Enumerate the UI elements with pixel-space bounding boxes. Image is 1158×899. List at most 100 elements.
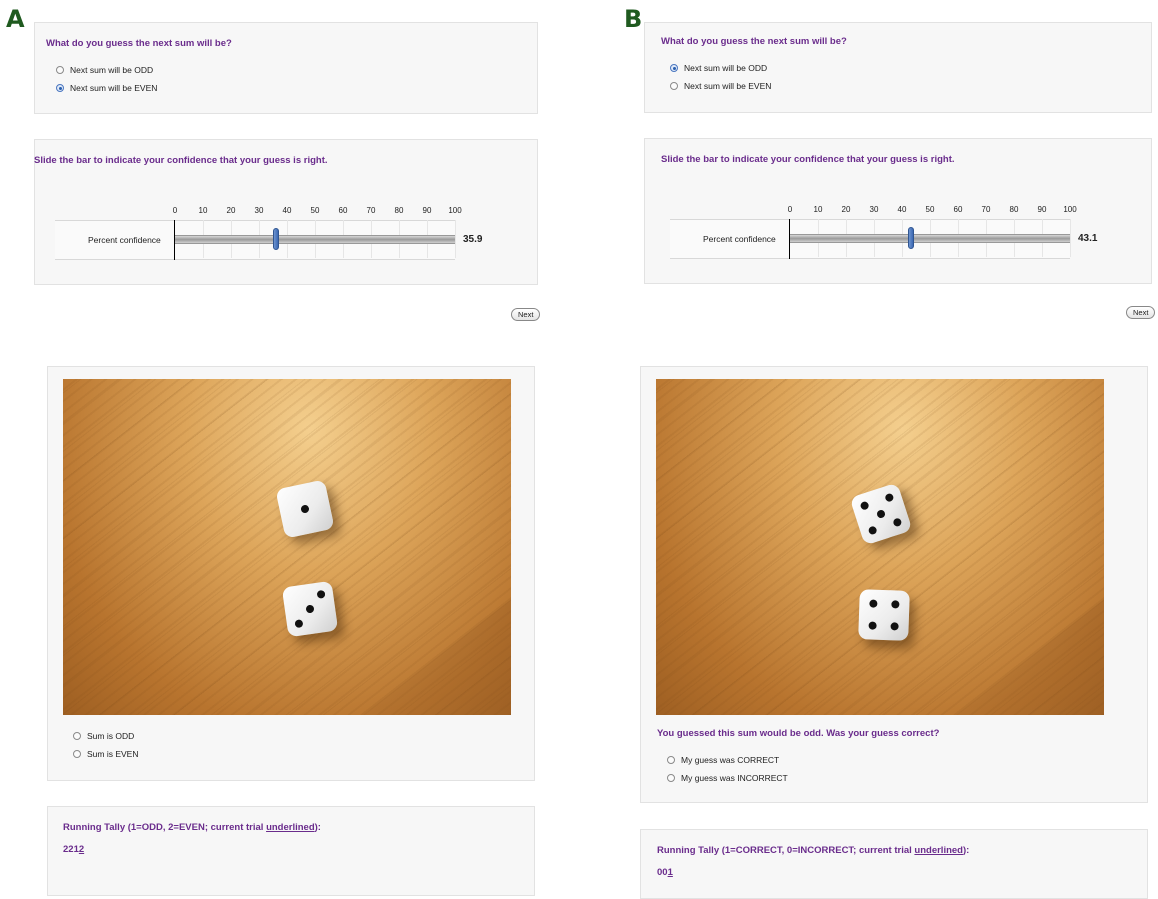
tick-label: 50 [925,205,935,214]
option-odd-b-label: Next sum will be ODD [684,63,768,73]
pip-icon [884,492,895,503]
next-button-b[interactable]: Next [1126,306,1156,319]
panel-b-label: B [624,5,643,33]
tally-title-b: Running Tally (1=CORRECT, 0=INCORRECT; c… [657,845,970,856]
tick-label: 80 [394,206,404,215]
tick-label: 10 [813,205,823,214]
guess-incorrect-label-b: My guess was INCORRECT [681,773,788,783]
guess-question-box-a: What do you guess the next sum will be? … [34,22,538,114]
pip-icon [867,525,878,536]
guess-correct-option-b[interactable]: My guess was CORRECT [667,755,779,765]
tick-labels-b: 0 10 20 30 40 50 60 70 80 90 100 [645,205,1153,215]
slider-track-a[interactable] [175,235,455,244]
slider-thumb-b[interactable] [907,227,914,249]
pip-icon [305,604,315,614]
radio-even-a[interactable] [56,84,64,92]
radio-sum-even-a[interactable] [73,750,81,758]
slider-label-a: Percent confidence [88,235,161,245]
slider-track-b[interactable] [790,234,1070,243]
next-button-a[interactable]: Next [511,308,541,321]
confidence-prompt-a: Slide the bar to indicate your confidenc… [34,155,328,166]
pip-icon [891,600,900,609]
confidence-box-b: Slide the bar to indicate your confidenc… [644,138,1152,284]
tick-label: 90 [422,206,432,215]
wood-board-edge-b [956,530,1104,715]
option-odd-b[interactable]: Next sum will be ODD [670,63,767,73]
tally-value-b: 001 [657,867,673,878]
wood-board-edge-a [363,530,511,715]
radio-incorrect-b[interactable] [667,774,675,782]
slider-gridline [455,220,456,258]
tally-value-a: 2212 [63,844,85,855]
sum-even-label-a: Sum is EVEN [87,749,139,759]
slider-label-b: Percent confidence [703,234,776,244]
tick-label: 60 [338,206,348,215]
radio-sum-odd-a[interactable] [73,732,81,740]
tick-label: 0 [787,205,793,214]
radio-odd-b[interactable] [670,64,678,72]
confidence-value-b: 43.1 [1078,233,1098,244]
pip-icon [300,504,310,514]
die-one-a [275,479,335,539]
option-even-b[interactable]: Next sum will be EVEN [670,81,771,91]
feedback-question-b: You guessed this sum would be odd. Was y… [657,728,940,739]
panel-a-label: A [6,5,25,33]
guess-correct-label-b: My guess was CORRECT [681,755,780,765]
die-five-b [849,482,913,546]
slider-gridline [1070,219,1071,257]
die-four-b [858,589,910,641]
result-box-b: You guessed this sum would be odd. Was y… [640,366,1148,803]
tick-label: 30 [869,205,879,214]
sum-even-option-a[interactable]: Sum is EVEN [73,749,139,759]
pip-icon [890,622,899,631]
confidence-value-a: 35.9 [463,234,483,245]
pip-icon [869,599,878,608]
tick-label: 40 [897,205,907,214]
option-even-a-label: Next sum will be EVEN [70,83,158,93]
option-even-a[interactable]: Next sum will be EVEN [56,83,157,93]
slider-thumb-a[interactable] [272,228,279,250]
tick-label: 20 [226,206,236,215]
option-odd-a[interactable]: Next sum will be ODD [56,65,153,75]
option-odd-a-label: Next sum will be ODD [70,65,154,75]
pip-icon [892,517,903,528]
guess-question-a: What do you guess the next sum will be? [46,38,232,49]
tally-box-a: Running Tally (1=ODD, 2=EVEN; current tr… [47,806,535,896]
tick-label: 10 [198,206,208,215]
option-even-b-label: Next sum will be EVEN [684,81,772,91]
tick-label: 100 [1063,205,1077,214]
guess-incorrect-option-b[interactable]: My guess was INCORRECT [667,773,788,783]
tick-label: 40 [282,206,292,215]
confidence-prompt-b: Slide the bar to indicate your confidenc… [661,154,955,165]
sum-odd-label-a: Sum is ODD [87,731,135,741]
pip-icon [859,500,870,511]
pip-icon [294,619,304,629]
guess-question-b: What do you guess the next sum will be? [661,36,847,47]
tick-label: 80 [1009,205,1019,214]
tick-labels-a: 0 10 20 30 40 50 60 70 80 90 100 [35,206,539,216]
radio-correct-b[interactable] [667,756,675,764]
tick-label: 100 [448,206,462,215]
pip-icon [868,621,877,630]
tick-label: 0 [172,206,178,215]
tick-label: 20 [841,205,851,214]
tally-title-a: Running Tally (1=ODD, 2=EVEN; current tr… [63,822,321,833]
confidence-box-a: Slide the bar to indicate your confidenc… [34,139,538,285]
radio-odd-a[interactable] [56,66,64,74]
tick-label: 60 [953,205,963,214]
pip-icon [316,589,326,599]
guess-question-box-b: What do you guess the next sum will be? … [644,22,1152,113]
sum-odd-option-a[interactable]: Sum is ODD [73,731,134,741]
pip-icon [875,508,887,520]
tick-label: 70 [981,205,991,214]
result-box-a: Sum is ODD Sum is EVEN [47,366,535,781]
tick-label: 50 [310,206,320,215]
tick-label: 70 [366,206,376,215]
radio-even-b[interactable] [670,82,678,90]
die-three-a [281,580,339,638]
tick-label: 90 [1037,205,1047,214]
dice-photo-a [63,379,511,715]
tick-label: 30 [254,206,264,215]
dice-photo-b [656,379,1104,715]
tally-box-b: Running Tally (1=CORRECT, 0=INCORRECT; c… [640,829,1148,899]
